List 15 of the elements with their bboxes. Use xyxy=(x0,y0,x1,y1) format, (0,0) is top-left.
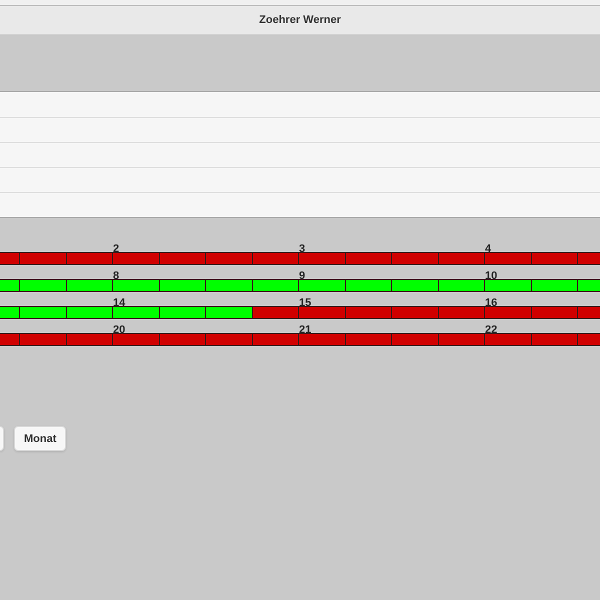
header-title: Zoehrer Werner xyxy=(259,14,341,26)
month-button[interactable]: Monat xyxy=(14,426,66,451)
day-label: 15 xyxy=(299,297,312,309)
day-label: 16 xyxy=(485,297,498,309)
day-label: 22 xyxy=(485,324,498,336)
day-label: 9 xyxy=(299,270,306,282)
day-label: 20 xyxy=(113,324,126,336)
day-label: 14 xyxy=(113,297,126,309)
partial-button[interactable] xyxy=(0,426,4,451)
day-label: 2 xyxy=(113,243,120,255)
day-label: 8 xyxy=(113,270,120,282)
day-label: 21 xyxy=(299,324,312,336)
day-label: 3 xyxy=(299,243,306,255)
day-label: 10 xyxy=(485,270,498,282)
day-label: 4 xyxy=(485,243,492,255)
